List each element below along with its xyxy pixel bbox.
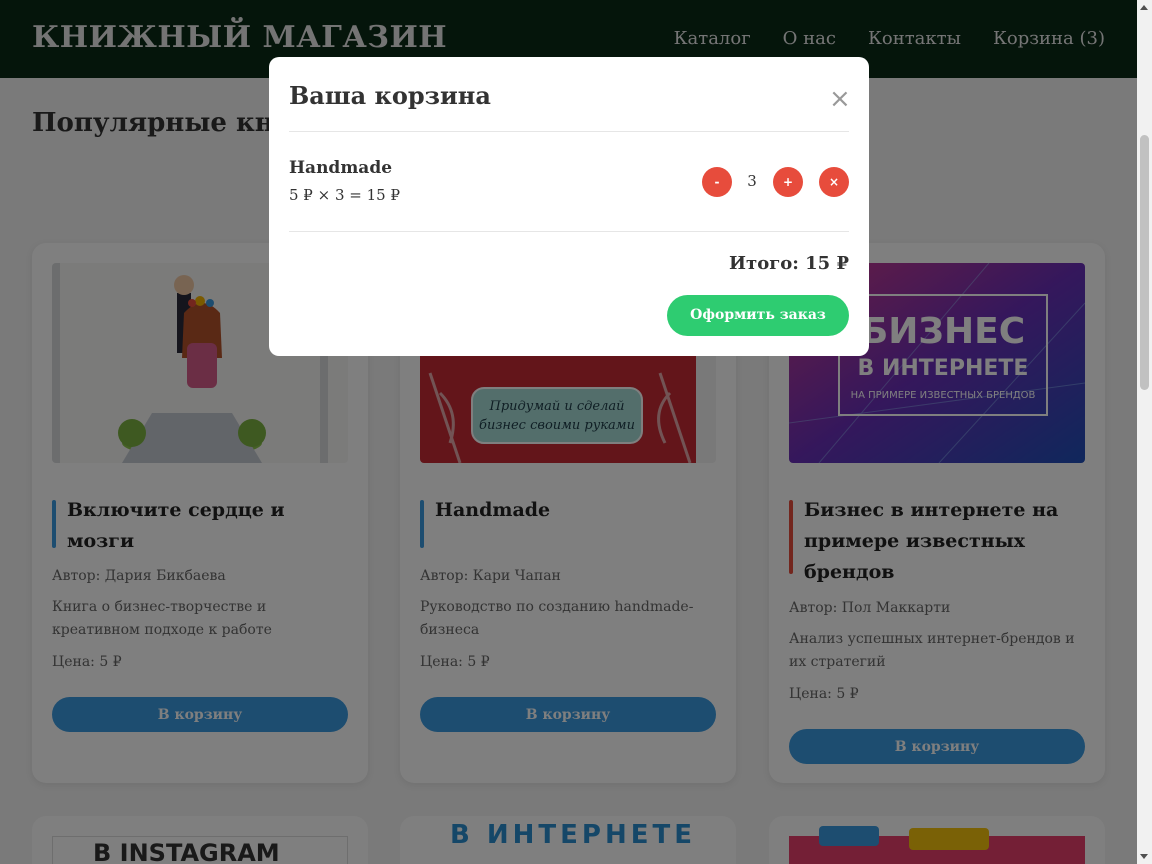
page-scrollbar[interactable] <box>1137 0 1152 864</box>
scroll-down-icon[interactable] <box>1140 854 1148 859</box>
increase-quantity-button[interactable]: + <box>773 167 803 197</box>
cart-total: Итого: 15 ₽ <box>729 253 849 274</box>
remove-item-button[interactable]: × <box>819 167 849 197</box>
cart-modal: Ваша корзина × Handmade 5 ₽ × 3 = 15 ₽ -… <box>269 57 869 356</box>
close-icon[interactable]: × <box>829 86 851 112</box>
cart-item-subtotal: 5 ₽ × 3 = 15 ₽ <box>289 186 401 204</box>
scrollbar-thumb[interactable] <box>1140 135 1149 390</box>
quantity-value: 3 <box>747 172 757 190</box>
modal-title: Ваша корзина <box>289 81 491 110</box>
decrease-quantity-button[interactable]: - <box>702 167 732 197</box>
checkout-button[interactable]: Оформить заказ <box>667 295 849 336</box>
scroll-up-icon[interactable] <box>1140 5 1148 10</box>
divider <box>289 131 849 132</box>
cart-item-name: Handmade <box>289 158 393 178</box>
divider <box>289 231 849 232</box>
